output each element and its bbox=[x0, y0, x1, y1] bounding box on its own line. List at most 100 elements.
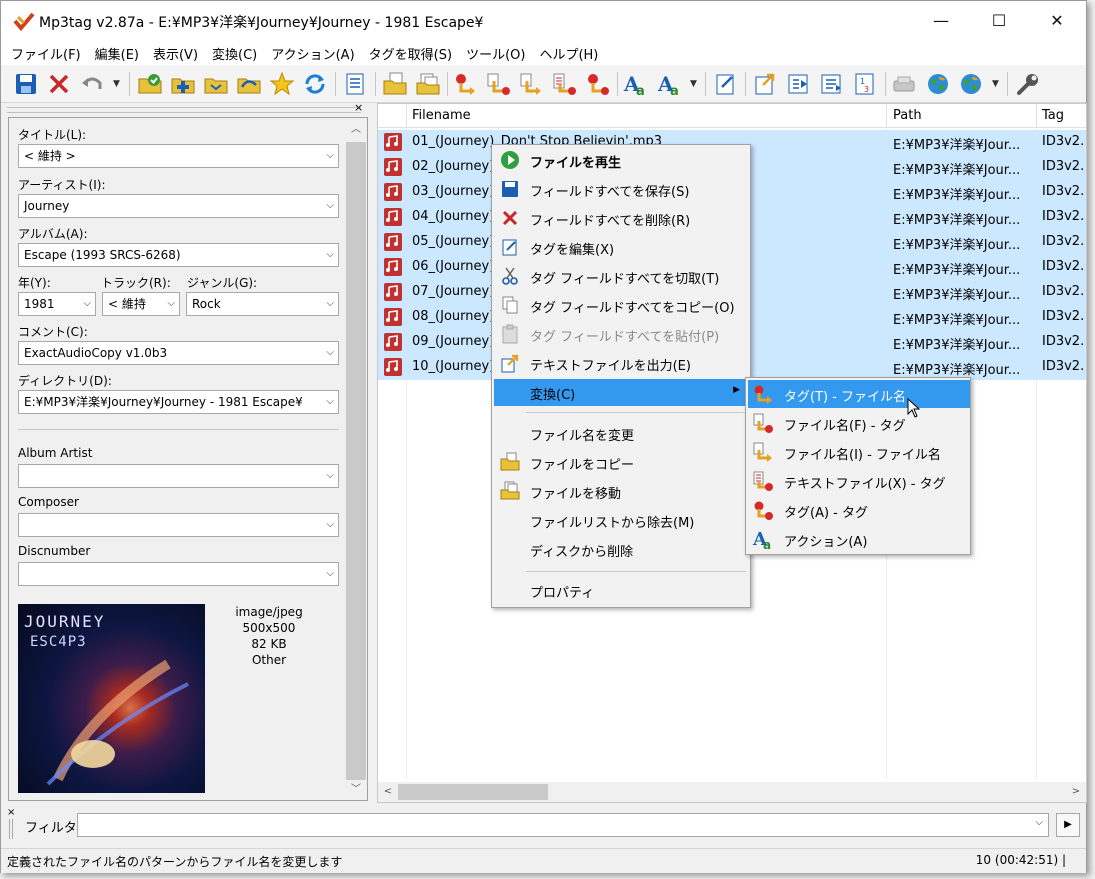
chevron-down-icon[interactable]: ⌵ bbox=[1035, 817, 1043, 828]
column-header-path[interactable]: Path bbox=[893, 108, 922, 123]
scroll-up-icon[interactable]: ︿ bbox=[345, 120, 367, 140]
tag-sources-icon[interactable] bbox=[958, 71, 984, 97]
menu-item-label: フィールドすべてを削除(R) bbox=[530, 214, 691, 229]
submenu-item-action[interactable]: Aa アクション(A) bbox=[748, 525, 970, 553]
add-directory-icon[interactable] bbox=[170, 71, 196, 97]
playlist-icon[interactable] bbox=[342, 71, 368, 97]
submenu-item-tag-to-tag[interactable]: タグ(A) - タグ bbox=[748, 496, 970, 524]
column-separator[interactable] bbox=[406, 104, 407, 128]
create-playlist-icon[interactable] bbox=[786, 71, 812, 97]
album-artist-combo[interactable]: ⌵ bbox=[18, 464, 339, 488]
menu-item-convert[interactable]: 変換(C) ▶ bbox=[494, 379, 748, 406]
chevron-down-icon: ⌵ bbox=[326, 347, 334, 358]
open-folder-icon[interactable] bbox=[203, 71, 229, 97]
filter-apply-button[interactable]: ▶ bbox=[1056, 813, 1080, 837]
filter-close-icon[interactable]: × bbox=[7, 807, 15, 818]
filter-grip[interactable] bbox=[9, 819, 13, 839]
convert-submenu: タグ(T) - ファイル名 ファイル名(F) - タグ ファイル名(I) - フ… bbox=[745, 377, 971, 555]
title-combo[interactable]: < 維持 > ⌵ bbox=[18, 144, 339, 168]
copy-to-folder-icon[interactable] bbox=[382, 71, 408, 97]
report-icon[interactable] bbox=[819, 71, 845, 97]
panel-close-icon[interactable]: × bbox=[354, 101, 363, 114]
column-separator[interactable] bbox=[1036, 104, 1037, 128]
menu-item-remove-tag[interactable]: フィールドすべてを削除(R) bbox=[494, 205, 748, 232]
menu-item-delete-from-disk[interactable]: ディスクから削除 bbox=[494, 536, 748, 563]
track-combo[interactable]: < 維持 ⌵ bbox=[102, 292, 180, 316]
refresh-icon[interactable] bbox=[302, 71, 328, 97]
menu-view[interactable]: 表示(V) bbox=[143, 41, 202, 63]
menu-item-rename[interactable]: ファイル名を変更 bbox=[494, 420, 748, 447]
textfile-tag-icon[interactable] bbox=[552, 71, 578, 97]
web-source-icon[interactable] bbox=[925, 71, 951, 97]
undo-dropdown-icon[interactable]: ▼ bbox=[113, 74, 123, 94]
file-list-hscrollbar[interactable]: < > bbox=[378, 782, 1086, 802]
undo-icon[interactable] bbox=[79, 71, 105, 97]
remove-tag-icon[interactable] bbox=[46, 71, 72, 97]
actions-quick-icon[interactable]: Aa bbox=[657, 71, 683, 99]
menu-tools[interactable]: ツール(O) bbox=[456, 41, 529, 63]
scroll-down-icon[interactable]: ﹀ bbox=[345, 780, 367, 800]
favorites-star-icon[interactable] bbox=[269, 71, 295, 97]
genre-combo[interactable]: Rock ⌵ bbox=[186, 292, 339, 316]
filter-input[interactable]: ⌵ bbox=[77, 813, 1049, 837]
composer-combo[interactable]: ⌵ bbox=[18, 513, 339, 537]
autonumber-icon[interactable]: 13 bbox=[852, 71, 878, 97]
actions-dropdown-icon[interactable]: ▼ bbox=[690, 74, 700, 94]
menu-edit[interactable]: 編集(E) bbox=[85, 41, 143, 63]
year-combo[interactable]: 1981 ⌵ bbox=[18, 292, 96, 316]
maximize-button[interactable]: ☐ bbox=[970, 1, 1028, 41]
tag-tag-icon[interactable] bbox=[585, 71, 611, 97]
scrollbar-thumb[interactable] bbox=[346, 142, 366, 780]
directory-combo[interactable]: E:¥MP3¥洋楽¥Journey¥Journey - 1981 Escape¥… bbox=[18, 390, 339, 414]
panel-grip[interactable] bbox=[7, 107, 361, 113]
tag-filename-icon[interactable] bbox=[453, 71, 479, 97]
tag-panel-scrollbar[interactable]: ︿ ﹀ bbox=[345, 118, 367, 800]
submenu-item-filename-to-tag[interactable]: ファイル名(F) - タグ bbox=[748, 409, 970, 437]
menu-tag-sources[interactable]: タグを取得(S) bbox=[359, 41, 456, 63]
column-header-filename[interactable]: Filename bbox=[412, 108, 471, 123]
scroll-left-icon[interactable]: < bbox=[378, 782, 398, 802]
menu-file[interactable]: ファイル(F) bbox=[1, 41, 85, 63]
scrollbar-thumb[interactable] bbox=[398, 784, 548, 800]
freedb-icon[interactable] bbox=[891, 71, 917, 97]
submenu-item-filename-to-filename[interactable]: ファイル名(I) - ファイル名 bbox=[748, 438, 970, 466]
minimize-button[interactable]: — bbox=[912, 1, 970, 41]
artist-combo[interactable]: Journey ⌵ bbox=[18, 194, 339, 218]
column-separator[interactable] bbox=[886, 104, 887, 128]
menu-item-move-file[interactable]: ファイルを移動 bbox=[494, 478, 748, 505]
menu-actions[interactable]: アクション(A) bbox=[261, 41, 358, 63]
column-header-tag[interactable]: Tag bbox=[1042, 108, 1064, 123]
menu-item-copy-file[interactable]: ファイルをコピー bbox=[494, 449, 748, 476]
play-arrow-icon: ▶ bbox=[1064, 819, 1072, 830]
subfolder-icon[interactable] bbox=[236, 71, 262, 97]
save-icon[interactable] bbox=[13, 71, 39, 97]
submenu-item-textfile-to-tag[interactable]: テキストファイル(X) - タグ bbox=[748, 467, 970, 495]
menu-help[interactable]: ヘルプ(H) bbox=[529, 41, 602, 63]
change-directory-icon[interactable] bbox=[137, 71, 163, 97]
options-wrench-icon[interactable] bbox=[1015, 71, 1041, 97]
extended-tags-icon[interactable] bbox=[713, 71, 739, 97]
submenu-item-tag-to-filename[interactable]: タグ(T) - ファイル名 bbox=[748, 380, 970, 408]
export-icon[interactable] bbox=[753, 71, 779, 97]
scroll-right-icon[interactable]: > bbox=[1066, 782, 1086, 802]
menu-item-edit-tag[interactable]: タグを編集(X) bbox=[494, 234, 748, 261]
menu-item-export[interactable]: テキストファイルを出力(E) bbox=[494, 350, 748, 377]
menu-item-cut[interactable]: タグ フィールドすべてを切取(T) bbox=[494, 263, 748, 290]
discnumber-combo[interactable]: ⌵ bbox=[18, 562, 339, 586]
cover-art[interactable]: JOURNEY ESC4P3 bbox=[18, 604, 205, 793]
close-button[interactable]: ✕ bbox=[1028, 1, 1086, 41]
tag-sources-dropdown-icon[interactable]: ▼ bbox=[992, 74, 1002, 94]
menu-item-remove-from-list[interactable]: ファイルリストから除去(M) bbox=[494, 507, 748, 534]
menu-item-save[interactable]: フィールドすべてを保存(S) bbox=[494, 176, 748, 203]
menu-item-paste[interactable]: タグ フィールドすべてを貼付(P) bbox=[494, 321, 748, 348]
menu-item-copy[interactable]: タグ フィールドすべてをコピー(O) bbox=[494, 292, 748, 319]
filename-filename-icon[interactable] bbox=[519, 71, 545, 97]
move-to-folder-icon[interactable] bbox=[415, 71, 441, 97]
album-combo[interactable]: Escape (1993 SRCS-6268) ⌵ bbox=[18, 243, 339, 267]
filename-tag-icon[interactable] bbox=[486, 71, 512, 97]
comment-combo[interactable]: ExactAudioCopy v1.0b3 ⌵ bbox=[18, 341, 339, 365]
menu-item-properties[interactable]: プロパティ bbox=[494, 577, 748, 604]
menu-convert[interactable]: 変換(C) bbox=[202, 41, 261, 63]
actions-icon[interactable]: Aa bbox=[623, 71, 649, 99]
menu-item-play[interactable]: ファイルを再生 bbox=[494, 147, 748, 174]
